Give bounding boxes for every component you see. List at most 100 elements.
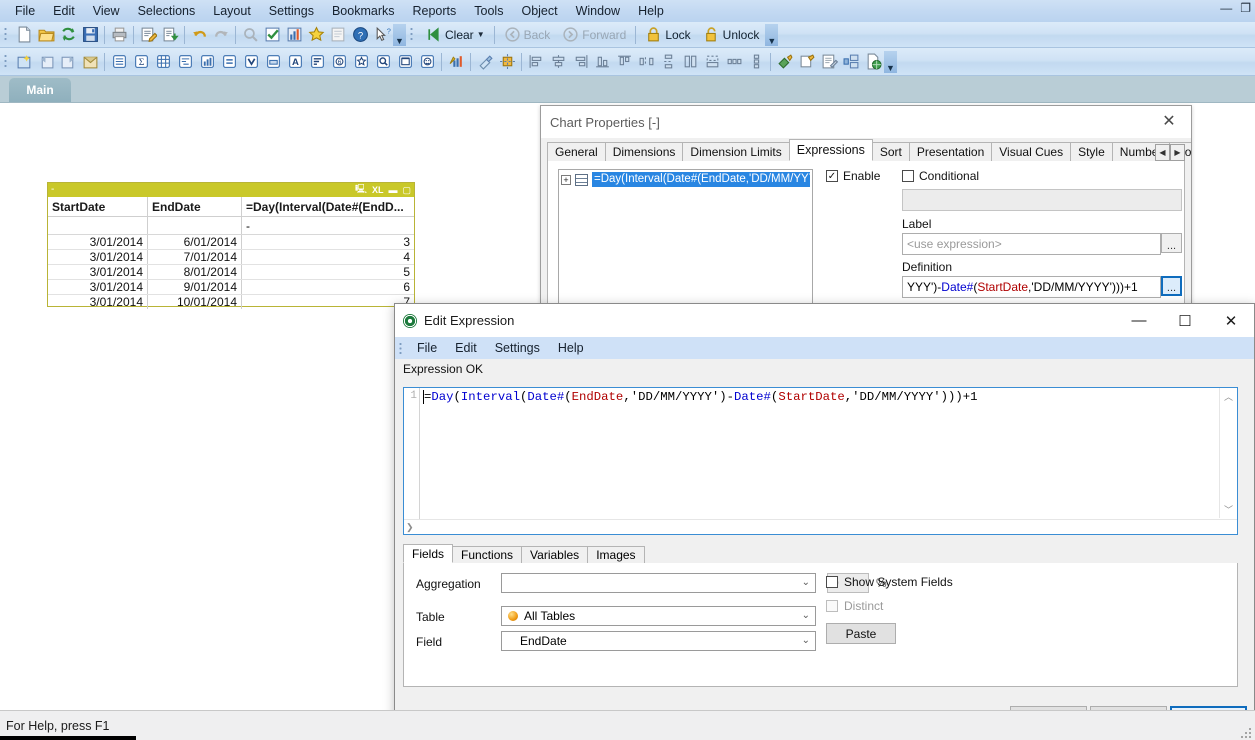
toolbar-grip[interactable] bbox=[4, 26, 10, 43]
table-select[interactable]: All Tables ⌄ bbox=[501, 606, 816, 626]
redo-icon[interactable] bbox=[210, 24, 232, 46]
menu-item-layout[interactable]: Layout bbox=[204, 2, 260, 20]
tab-scroll-right-icon[interactable]: ▶ bbox=[1170, 144, 1185, 161]
design-grid-icon[interactable] bbox=[496, 51, 518, 73]
paste-button[interactable]: Paste bbox=[826, 623, 896, 644]
tab-general[interactable]: General bbox=[547, 142, 606, 161]
same-height-icon[interactable] bbox=[679, 51, 701, 73]
expression-list[interactable]: + =Day(Interval(Date#(EndDate,'DD/MM/YYY… bbox=[558, 169, 813, 304]
restore-icon[interactable]: ❐ bbox=[1240, 2, 1251, 14]
resize-grip[interactable] bbox=[1241, 726, 1253, 738]
scroll-right-icon[interactable]: ❯ bbox=[406, 522, 414, 533]
space-v-icon[interactable] bbox=[745, 51, 767, 73]
enable-checkbox[interactable]: ✓ bbox=[826, 170, 838, 182]
export-icon[interactable] bbox=[862, 51, 884, 73]
menu-item-tools[interactable]: Tools bbox=[465, 2, 512, 20]
chevron-down-icon[interactable]: ⌄ bbox=[802, 577, 810, 588]
tab-scroll-left-icon[interactable]: ◀ bbox=[1155, 144, 1170, 161]
menu-item-view[interactable]: View bbox=[84, 2, 129, 20]
chart-wizard-icon[interactable] bbox=[445, 51, 467, 73]
conditional-input[interactable] bbox=[902, 189, 1182, 211]
reload-icon[interactable] bbox=[57, 24, 79, 46]
open-icon[interactable] bbox=[35, 24, 57, 46]
bookmark-object-icon[interactable]: 6 bbox=[328, 51, 350, 73]
cell-value[interactable]: 5 bbox=[242, 265, 414, 279]
expand-icon[interactable]: + bbox=[561, 174, 571, 185]
tab-dimension-limits[interactable]: Dimension Limits bbox=[682, 142, 790, 161]
cell-value[interactable]: 7 bbox=[242, 295, 414, 309]
paint-icon[interactable] bbox=[774, 51, 796, 73]
straight-table-object[interactable]: - 🖳 XL ▬ ▢ StartDate EndDate =Day(Interv… bbox=[47, 182, 415, 309]
align-top-icon[interactable] bbox=[613, 51, 635, 73]
maximize-icon[interactable]: ☐ bbox=[1162, 304, 1208, 337]
sheet-properties-icon[interactable] bbox=[79, 51, 101, 73]
new-sheet-icon[interactable] bbox=[13, 51, 35, 73]
listbox-icon[interactable] bbox=[108, 51, 130, 73]
cell-value[interactable]: 4 bbox=[242, 250, 414, 264]
show-system-fields-checkbox[interactable] bbox=[826, 576, 838, 588]
demote-sheet-icon[interactable] bbox=[57, 51, 79, 73]
align-bottom-icon[interactable] bbox=[591, 51, 613, 73]
expression-code-text[interactable]: =Day(Interval(Date#(EndDate,'DD/MM/YYYY'… bbox=[420, 388, 1237, 519]
menu-item-settings[interactable]: Settings bbox=[486, 339, 549, 357]
select-icon[interactable] bbox=[261, 24, 283, 46]
lock-button[interactable]: Lock bbox=[639, 24, 696, 45]
tab-functions[interactable]: Functions bbox=[452, 546, 523, 563]
clear-button[interactable]: Clear ▼ bbox=[419, 24, 491, 45]
same-width-icon[interactable] bbox=[701, 51, 723, 73]
clear-format-icon[interactable] bbox=[474, 51, 496, 73]
help-icon[interactable]: ? bbox=[349, 24, 371, 46]
load-data-icon[interactable] bbox=[159, 24, 181, 46]
cell-startdate[interactable]: 3/01/2014 bbox=[48, 295, 148, 309]
menu-item-edit[interactable]: Edit bbox=[446, 339, 486, 357]
custom-object-icon[interactable] bbox=[416, 51, 438, 73]
current-selections-icon[interactable] bbox=[283, 24, 305, 46]
minimize-icon[interactable]: ▬ bbox=[388, 185, 397, 195]
column-header-startdate[interactable]: StartDate bbox=[48, 197, 148, 216]
export-to-excel-icon[interactable]: XL bbox=[372, 185, 384, 195]
table-row[interactable]: 3/01/2014 8/01/2014 5 bbox=[48, 265, 414, 280]
menu-item-edit[interactable]: Edit bbox=[44, 2, 84, 20]
copy-format-icon[interactable] bbox=[796, 51, 818, 73]
toolbar-overflow-button[interactable]: ▼ bbox=[765, 23, 779, 46]
align-right-icon[interactable] bbox=[569, 51, 591, 73]
toolbar-grip[interactable] bbox=[410, 26, 416, 43]
toolbar-grip[interactable] bbox=[4, 53, 10, 70]
table-row[interactable]: 3/01/2014 10/01/2014 7 bbox=[48, 295, 414, 309]
distribute-h-icon[interactable] bbox=[635, 51, 657, 73]
whats-this-icon[interactable]: ? bbox=[371, 24, 393, 46]
table-row[interactable]: 3/01/2014 7/01/2014 4 bbox=[48, 250, 414, 265]
bookmark-icon[interactable] bbox=[305, 24, 327, 46]
tab-dimensions[interactable]: Dimensions bbox=[604, 142, 684, 161]
button-icon[interactable] bbox=[350, 51, 372, 73]
tab-expressions[interactable]: Expressions bbox=[788, 139, 873, 161]
chart-properties-titlebar[interactable]: Chart Properties [-] ✕ bbox=[541, 106, 1191, 138]
column-header-expression[interactable]: =Day(Interval(Date#(EndD... bbox=[242, 197, 414, 216]
definition-ellipsis-button[interactable]: ... bbox=[1161, 276, 1182, 296]
menu-item-window[interactable]: Window bbox=[567, 2, 629, 20]
tab-presentation[interactable]: Presentation bbox=[908, 142, 993, 161]
align-center-h-icon[interactable] bbox=[547, 51, 569, 73]
table-row[interactable]: 3/01/2014 6/01/2014 3 bbox=[48, 235, 414, 250]
table-caption-bar[interactable]: - 🖳 XL ▬ ▢ bbox=[48, 183, 414, 197]
menu-item-reports[interactable]: Reports bbox=[404, 2, 466, 20]
copy-to-clipboard-icon[interactable]: 🖳 bbox=[355, 182, 367, 198]
promote-sheet-icon[interactable] bbox=[35, 51, 57, 73]
cell-enddate[interactable]: 8/01/2014 bbox=[148, 265, 242, 279]
align-left-icon[interactable] bbox=[525, 51, 547, 73]
menu-item-file[interactable]: File bbox=[408, 339, 446, 357]
forward-button[interactable]: Forward bbox=[556, 24, 632, 45]
expression-list-item[interactable]: + =Day(Interval(Date#(EndDate,'DD/MM/YYY… bbox=[561, 172, 810, 187]
editor-vertical-scrollbar[interactable]: ︿ ﹀ bbox=[1219, 388, 1237, 518]
notes-icon[interactable] bbox=[327, 24, 349, 46]
menu-item-selections[interactable]: Selections bbox=[129, 2, 205, 20]
edit-icon[interactable] bbox=[818, 51, 840, 73]
column-header-enddate[interactable]: EndDate bbox=[148, 197, 242, 216]
back-button[interactable]: Back bbox=[498, 24, 557, 45]
table-row[interactable]: 3/01/2014 9/01/2014 6 bbox=[48, 280, 414, 295]
cell-startdate[interactable]: 3/01/2014 bbox=[48, 250, 148, 264]
input-box-icon[interactable] bbox=[240, 51, 262, 73]
maximize-icon[interactable]: ▢ bbox=[402, 185, 411, 196]
menu-item-help[interactable]: Help bbox=[549, 339, 593, 357]
cell-startdate[interactable]: 3/01/2014 bbox=[48, 235, 148, 249]
